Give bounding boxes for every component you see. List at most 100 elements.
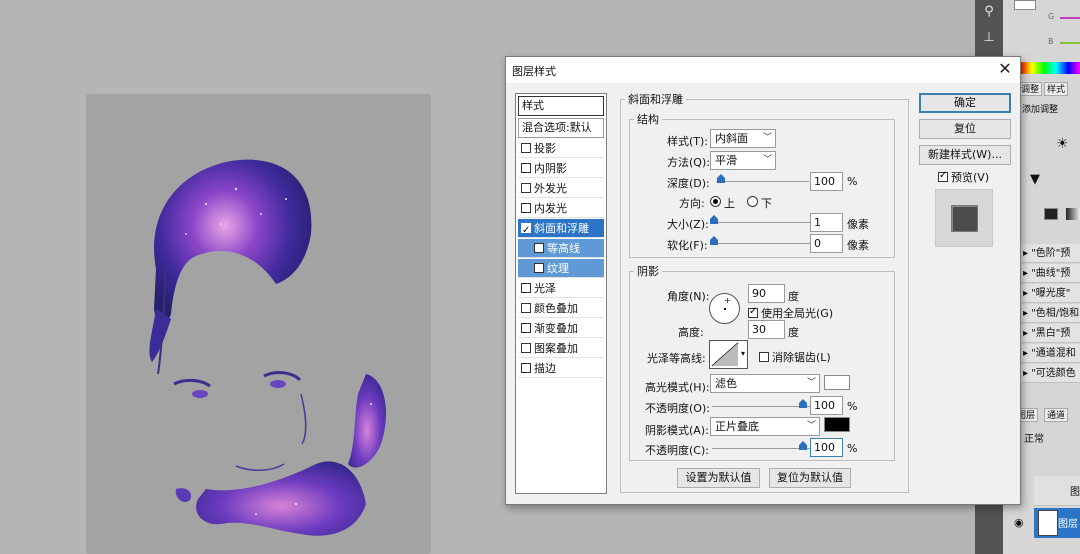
soften-label: 软化(F): — [667, 239, 708, 252]
checkbox[interactable] — [534, 243, 544, 253]
style-list-item-label: 投影 — [534, 142, 556, 155]
close-icon[interactable]: ✕ — [996, 60, 1014, 78]
preset-row[interactable]: ▸ "可选颜色 — [1020, 364, 1080, 383]
style-list-item-label: 渐变叠加 — [534, 322, 578, 335]
channel-b-slider[interactable] — [1060, 42, 1080, 44]
global-light-check[interactable] — [748, 306, 758, 318]
chevron-down-icon: ﹀ — [762, 133, 772, 143]
direction-down-radio[interactable] — [747, 196, 758, 207]
checkbox[interactable] — [521, 323, 531, 333]
soften-input[interactable]: 0 — [810, 234, 843, 253]
make-default-button[interactable]: 设置为默认值 — [677, 468, 760, 488]
eye-icon[interactable]: ◉ — [1014, 516, 1024, 529]
foreground-color-swatch[interactable] — [1014, 0, 1036, 10]
preset-row[interactable]: ▸ "色相/饱和 — [1020, 304, 1080, 323]
style-list-item[interactable]: 描边 — [518, 359, 604, 378]
style-list-item[interactable]: 斜面和浮雕 — [518, 219, 604, 240]
checkbox[interactable] — [521, 203, 531, 213]
blend-options-item[interactable]: 混合选项:默认 — [518, 118, 604, 138]
reset-default-button[interactable]: 复位为默认值 — [769, 468, 851, 488]
structure-title: 结构 — [634, 111, 662, 127]
usb-icon[interactable]: ⚲ — [981, 4, 997, 20]
checkbox[interactable] — [521, 163, 531, 173]
galaxy-portrait-image — [149, 159, 386, 536]
style-list-item[interactable]: 外发光 — [518, 179, 604, 198]
technique-select[interactable]: 平滑 ﹀ — [710, 151, 776, 170]
black-white-icon[interactable] — [1044, 208, 1058, 220]
checkbox[interactable] — [534, 263, 544, 273]
preview-check[interactable] — [938, 170, 948, 182]
highlight-opacity-input[interactable]: 100 — [810, 396, 843, 415]
antialias-check[interactable] — [759, 352, 769, 362]
highlight-opacity-track[interactable] — [712, 406, 810, 407]
document-canvas[interactable] — [86, 94, 431, 554]
ok-button[interactable]: 确定 — [919, 93, 1011, 113]
tab-styles[interactable]: 样式 — [1044, 82, 1069, 96]
angle-input[interactable]: 90 — [748, 284, 785, 303]
global-light-checkbox[interactable]: 使用全局光(G) — [748, 305, 833, 321]
highlight-mode-select[interactable]: 滤色 ﹀ — [710, 374, 820, 393]
stamp-icon[interactable]: ⊥ — [981, 30, 997, 46]
shadow-opacity-track[interactable] — [712, 448, 810, 449]
chevron-down-icon: ▾ — [740, 349, 745, 358]
brightness-icon[interactable]: ☀ — [1056, 136, 1069, 152]
size-slider-track[interactable] — [712, 222, 810, 223]
checkbox[interactable] — [521, 363, 531, 373]
color-ramp[interactable] — [1020, 62, 1080, 74]
checkbox[interactable] — [521, 283, 531, 293]
reset-button[interactable]: 复位 — [919, 119, 1011, 139]
shadow-opacity-input[interactable]: 100 — [810, 438, 843, 457]
depth-input[interactable]: 100 — [810, 172, 843, 191]
style-list-item[interactable]: 颜色叠加 — [518, 299, 604, 318]
checkbox[interactable] — [521, 343, 531, 353]
tab-adjust[interactable]: 调整 — [1018, 82, 1043, 96]
shadow-color-swatch[interactable] — [824, 417, 850, 432]
levels-icon[interactable]: ▼ — [1030, 172, 1040, 187]
size-input[interactable]: 1 — [810, 213, 843, 232]
highlight-color-swatch[interactable] — [824, 375, 850, 390]
checkbox[interactable] — [521, 221, 531, 240]
technique-label: 方法(Q): — [667, 156, 710, 169]
style-list-item[interactable]: 图案叠加 — [518, 339, 604, 358]
layer-name: 图 — [1070, 487, 1080, 498]
style-list-item[interactable]: 投影 — [518, 139, 604, 158]
preset-row[interactable]: ▸ "曲线"预 — [1020, 264, 1080, 283]
antialias-checkbox[interactable]: 消除锯齿(L) — [759, 349, 831, 365]
bevel-title: 斜面和浮雕 — [625, 91, 686, 107]
channel-g-slider[interactable] — [1060, 17, 1080, 19]
preset-row[interactable]: ▸ "通道混和 — [1020, 344, 1080, 363]
style-select[interactable]: 内斜面 ﹀ — [710, 129, 776, 148]
gloss-contour-picker[interactable]: ▾ — [709, 340, 748, 369]
angle-dial[interactable]: + — [709, 293, 740, 324]
altitude-input[interactable]: 30 — [748, 320, 785, 339]
checkbox[interactable] — [521, 143, 531, 153]
style-list-item[interactable]: 纹理 — [518, 259, 604, 278]
checkbox[interactable] — [521, 303, 531, 313]
depth-slider-track[interactable] — [716, 181, 809, 182]
style-list-item-label: 描边 — [534, 362, 556, 375]
dialog-titlebar[interactable]: 图层样式 ✕ — [506, 57, 1020, 83]
blend-mode-select[interactable]: 正常 — [1024, 430, 1044, 445]
soften-slider-track[interactable] — [712, 243, 810, 244]
shadow-mode-label: 阴影模式(A): — [645, 424, 709, 437]
style-list-item-label: 纹理 — [547, 262, 569, 275]
new-style-button[interactable]: 新建样式(W)... — [919, 145, 1011, 165]
preset-row[interactable]: ▸ "曝光度" — [1020, 284, 1080, 303]
style-list-item[interactable]: 渐变叠加 — [518, 319, 604, 338]
style-list-item[interactable]: 光泽 — [518, 279, 604, 298]
direction-up-radio[interactable] — [710, 196, 721, 207]
style-list-header[interactable]: 样式 — [518, 96, 604, 116]
shadow-mode-select[interactable]: 正片叠底 ﹀ — [710, 417, 820, 436]
highlight-opacity-label: 不透明度(O): — [645, 402, 710, 415]
checkbox[interactable] — [521, 183, 531, 193]
preset-row[interactable]: ▸ "黑白"预 — [1020, 324, 1080, 343]
style-list-item[interactable]: 等高线 — [518, 239, 604, 258]
style-list-item[interactable]: 内发光 — [518, 199, 604, 218]
angle-dial-center — [724, 308, 726, 310]
direction-down-label: 下 — [761, 197, 772, 210]
style-list-item[interactable]: 内阴影 — [518, 159, 604, 178]
preset-row[interactable]: ▸ "色阶"预 — [1020, 244, 1080, 263]
gradient-map-icon[interactable] — [1066, 208, 1080, 220]
preview-checkbox[interactable]: 预览(V) — [938, 169, 989, 185]
tab-channels[interactable]: 通道 — [1044, 408, 1069, 422]
